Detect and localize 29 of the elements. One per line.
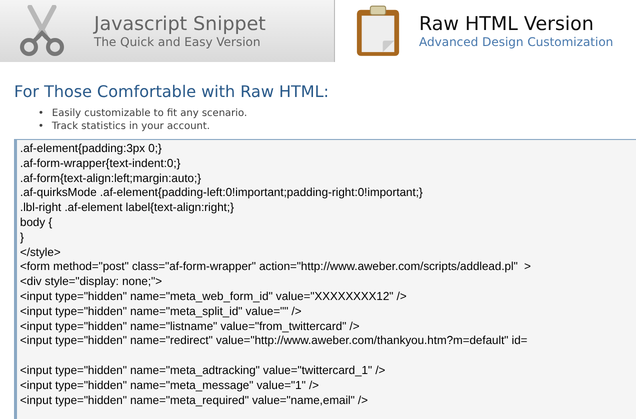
- tab-subtitle: Advanced Design Customization: [419, 35, 614, 49]
- tab-title: Javascript Snippet: [94, 13, 266, 35]
- bullet-marker: •: [38, 107, 44, 120]
- code-line: <input type="hidden" name="meta_web_form_id" value="XXXXXXXX12" />: [20, 290, 407, 303]
- code-line: .af-form{text-align:left;margin:auto;}: [20, 172, 202, 185]
- clipboard-icon: [355, 4, 401, 58]
- code-line: </style>: [20, 246, 61, 259]
- section-heading: For Those Comfortable with Raw HTML:: [14, 82, 330, 101]
- code-line: <input type="hidden" name="meta_required" value="name,email" />: [20, 394, 368, 407]
- bullet-marker: •: [38, 120, 44, 133]
- code-line: <div style="display: none;">: [20, 275, 162, 288]
- code-line: <input type="hidden" name="meta_adtracking" value="twittercard_1" />: [20, 364, 386, 377]
- code-line: .af-element{padding:3px 0;}: [20, 142, 162, 155]
- code-line: <input type="hidden" name="meta_message" value="1" />: [20, 378, 319, 392]
- code-line: }: [20, 230, 24, 244]
- code-line: .af-form-wrapper{text-indent:0;}: [20, 156, 180, 170]
- code-line: .af-quirksMode .af-element{padding-left:0!important;padding-right:0!important;}: [20, 186, 423, 200]
- code-line: <form method="post" class="af-form-wrapper" action="http://www.aweber.com/scripts/addlead.pl" >: [20, 260, 531, 274]
- code-line: <input type="hidden" name="meta_split_id" value="" />: [20, 304, 302, 318]
- code-line: <input type="hidden" name="listname" value="from_twittercard" />: [20, 320, 360, 333]
- code-line: <input type="hidden" name="redirect" value="http://www.aweber.com/thankyou.htm?m=default" id=: [20, 334, 528, 348]
- code-line: .lbl-right .af-element label{text-align:right;}: [20, 201, 234, 214]
- tab-subtitle: The Quick and Easy Version: [94, 35, 262, 49]
- bullet-item: Track statistics in your account.: [52, 120, 210, 133]
- tab[interactable]: Javascript Snippet The Quick and Easy Version: [0, 0, 335, 62]
- code-textarea[interactable]: [14, 139, 636, 419]
- tab-title: Raw HTML Version: [419, 13, 595, 35]
- bullet-item: Easily customizable to fit any scenario.: [52, 107, 248, 120]
- code-line: body {: [20, 216, 52, 229]
